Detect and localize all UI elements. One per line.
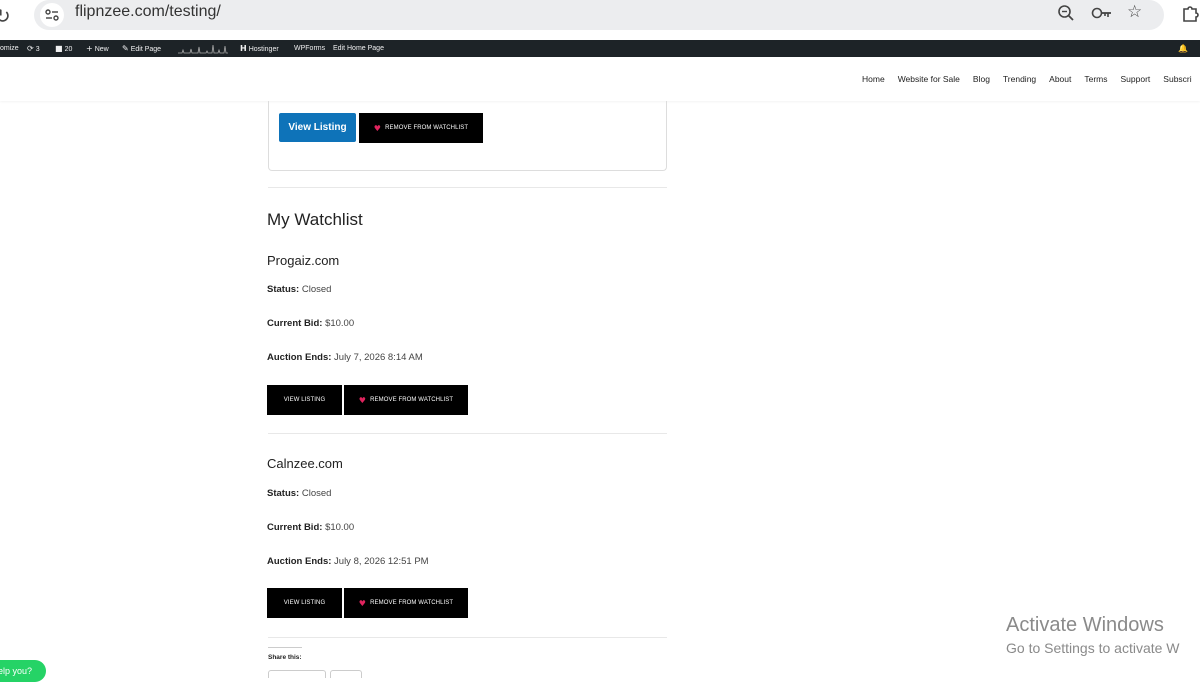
- comment-icon: ■: [55, 44, 63, 53]
- watchlist-item-bid: Current Bid: $10.00: [267, 522, 355, 533]
- nav-terms[interactable]: Terms: [1084, 74, 1107, 84]
- nav-subscribe[interactable]: Subscri: [1163, 74, 1191, 84]
- site-header: Home Website for Sale Blog Trending Abou…: [0, 57, 1200, 101]
- wp-new[interactable]: + New: [86, 40, 109, 57]
- browser-toolbar: ↻ flipnzee.com/testing/ ☆: [0, 0, 1200, 40]
- watchlist-item-ends: Auction Ends: July 7, 2026 8:14 AM: [267, 352, 423, 363]
- nav-home[interactable]: Home: [862, 74, 885, 84]
- hostinger-icon: H: [240, 44, 247, 53]
- watchlist-item-title: Progaiz.com: [267, 253, 340, 268]
- site-info-button[interactable]: [40, 3, 64, 27]
- watchlist-item-title: Calnzee.com: [267, 456, 343, 471]
- nav-blog[interactable]: Blog: [973, 74, 990, 84]
- nav-about[interactable]: About: [1049, 74, 1071, 84]
- wp-hostinger[interactable]: H Hostinger: [240, 40, 279, 57]
- watchlist-item-ends: Auction Ends: July 8, 2026 12:51 PM: [267, 556, 429, 567]
- notification-bell-icon[interactable]: 🔔: [1178, 40, 1190, 57]
- view-listing-button[interactable]: VIEW LISTING: [267, 588, 342, 618]
- wp-updates[interactable]: ⟳ 3: [27, 40, 40, 57]
- tune-icon: [45, 9, 59, 21]
- wp-edit-home[interactable]: Edit Home Page: [333, 40, 384, 57]
- view-listing-button[interactable]: View Listing: [279, 113, 356, 142]
- address-bar[interactable]: flipnzee.com/testing/ ☆: [34, 0, 1164, 30]
- updates-icon: ⟳: [27, 44, 34, 53]
- watchlist-item-bid: Current Bid: $10.00: [267, 318, 355, 329]
- extensions-icon[interactable]: [1180, 3, 1200, 28]
- watchlist-item-status: Status: Closed: [267, 284, 332, 295]
- share-button[interactable]: [268, 670, 326, 678]
- wp-edit-page[interactable]: ✎ Edit Page: [122, 40, 161, 57]
- divider: [268, 187, 667, 188]
- remove-from-watchlist-button[interactable]: ♥ REMOVE FROM WATCHLIST: [359, 113, 483, 143]
- heart-icon: ♥: [358, 598, 367, 608]
- remove-from-watchlist-button[interactable]: ♥ REMOVE FROM WATCHLIST: [344, 385, 468, 415]
- wp-admin-bar: omize ⟳ 3 ■ 20 + New ✎ Edit Page H Hostinger …: [0, 40, 1200, 57]
- plus-icon: +: [86, 44, 93, 53]
- key-icon[interactable]: [1091, 4, 1113, 27]
- help-chat-button[interactable]: elp you?: [0, 660, 46, 682]
- nav-website-for-sale[interactable]: Website for Sale: [898, 74, 960, 84]
- divider: [268, 637, 667, 638]
- share-divider: [268, 647, 302, 648]
- main-nav: Home Website for Sale Blog Trending Abou…: [862, 74, 1200, 84]
- stats-sparkline-icon[interactable]: [178, 43, 228, 54]
- view-listing-button[interactable]: VIEW LISTING: [267, 385, 342, 415]
- url-text[interactable]: flipnzee.com/testing/: [75, 3, 221, 21]
- nav-trending[interactable]: Trending: [1003, 74, 1036, 84]
- activate-windows-watermark: Activate Windows Go to Settings to activ…: [1006, 614, 1180, 656]
- bookmark-star-icon[interactable]: ☆: [1127, 2, 1142, 22]
- wp-customize[interactable]: omize: [0, 40, 19, 57]
- nav-support[interactable]: Support: [1121, 74, 1151, 84]
- divider: [268, 433, 667, 434]
- zoom-icon[interactable]: [1057, 4, 1075, 27]
- wp-comments[interactable]: ■ 20: [55, 40, 72, 57]
- watchlist-heading: My Watchlist: [267, 210, 363, 229]
- pencil-icon: ✎: [122, 44, 129, 53]
- remove-from-watchlist-button[interactable]: ♥ REMOVE FROM WATCHLIST: [344, 588, 468, 618]
- share-button[interactable]: [330, 670, 362, 678]
- wp-wpforms[interactable]: WPForms: [294, 40, 325, 57]
- heart-icon: ♥: [358, 395, 367, 405]
- reload-icon[interactable]: ↻: [0, 4, 11, 28]
- watchlist-item-status: Status: Closed: [267, 488, 332, 499]
- share-label: Share this:: [268, 654, 302, 661]
- heart-icon: ♥: [373, 123, 382, 133]
